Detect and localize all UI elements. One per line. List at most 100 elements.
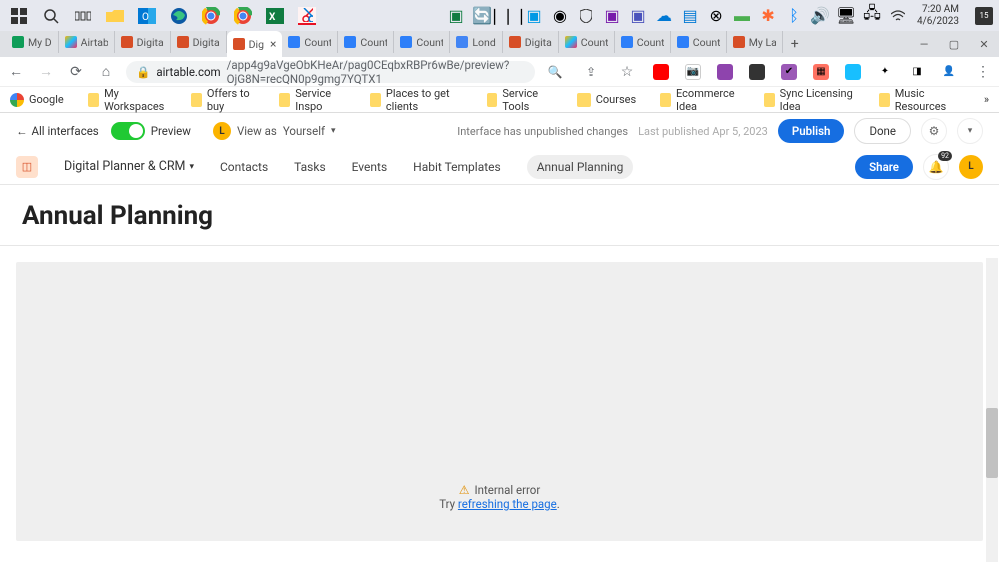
browser-tab[interactable]: Count xyxy=(671,31,727,53)
tray-teams-icon[interactable]: ▣ xyxy=(631,9,645,23)
folder-icon xyxy=(764,93,775,107)
nav-home-button[interactable]: ⌂ xyxy=(96,62,116,82)
taskbar-clock[interactable]: 7:20 AM 4/6/2023 xyxy=(917,4,963,28)
chrome-icon-1[interactable] xyxy=(202,7,220,25)
new-tab-button[interactable]: + xyxy=(783,36,807,52)
browser-tab[interactable]: Count xyxy=(615,31,671,53)
browser-tab[interactable]: Lond xyxy=(450,31,502,53)
scrollbar-thumb[interactable] xyxy=(986,408,998,478)
preview-toggle[interactable] xyxy=(111,122,145,140)
done-button[interactable]: Done xyxy=(854,118,911,144)
tray-wifi-icon[interactable] xyxy=(891,9,905,23)
bookmark-item[interactable]: Places to get clients xyxy=(370,87,463,113)
tray-network-icon[interactable]: 🖧 xyxy=(865,9,879,23)
tray-app-4-icon[interactable]: ▣ xyxy=(527,9,541,23)
user-avatar[interactable]: L xyxy=(959,155,983,179)
nav-tab[interactable]: Contacts xyxy=(220,160,268,174)
browser-tab[interactable]: Airtab xyxy=(59,31,115,53)
browser-tab[interactable]: Digita xyxy=(171,31,227,53)
ext-7-icon[interactable] xyxy=(845,64,861,80)
outlook-icon[interactable]: O xyxy=(138,7,156,25)
ext-6-icon[interactable]: ▦ xyxy=(813,64,829,80)
bookmark-item[interactable]: My Workspaces xyxy=(88,87,167,113)
tray-display-icon[interactable]: 🖥 xyxy=(839,9,853,23)
ext-youtube-icon[interactable] xyxy=(653,64,669,80)
notifications-bell-icon[interactable]: 🔔92 xyxy=(923,154,949,180)
nav-tab[interactable]: Habit Templates xyxy=(413,160,501,174)
window-minimize[interactable]: — xyxy=(909,31,939,57)
ext-5-icon[interactable]: ✔ xyxy=(781,64,797,80)
browser-tab[interactable]: Digita xyxy=(503,31,559,53)
ext-4-icon[interactable] xyxy=(749,64,765,80)
file-explorer-icon[interactable] xyxy=(106,7,124,25)
share-button[interactable]: Share xyxy=(855,155,913,179)
zoom-icon[interactable]: 🔍 xyxy=(545,62,565,82)
browser-tab[interactable]: Count xyxy=(282,31,338,53)
bookmark-item[interactable]: Courses xyxy=(577,87,636,113)
browser-tab[interactable]: My La xyxy=(727,31,783,53)
tray-app-6-icon[interactable]: ▤ xyxy=(683,9,697,23)
tray-bluetooth-icon[interactable]: ᛒ xyxy=(787,9,801,23)
tray-onenote-icon[interactable]: ▣ xyxy=(605,9,619,23)
view-as-dropdown[interactable]: L View as Yourself ▾ xyxy=(213,122,336,140)
tray-onedrive-icon[interactable]: ☁ xyxy=(657,9,671,23)
side-panel-icon[interactable]: ◨ xyxy=(909,64,925,80)
tray-app-8-icon[interactable]: ▬ xyxy=(735,9,749,23)
action-center-icon[interactable]: 15 xyxy=(975,7,993,25)
browser-tab[interactable]: Count xyxy=(559,31,615,53)
ext-3-icon[interactable] xyxy=(717,64,733,80)
more-chevron-icon[interactable]: ▾ xyxy=(957,118,983,144)
ext-camera-icon[interactable]: 📷 xyxy=(685,64,701,80)
chrome-icon-2[interactable] xyxy=(234,7,252,25)
excel-icon[interactable]: X xyxy=(266,7,284,25)
bookmark-item[interactable]: Google xyxy=(10,87,64,113)
tray-app-1-icon[interactable]: ▣ xyxy=(449,9,463,23)
window-maximize[interactable]: ▢ xyxy=(939,31,969,57)
tray-security-icon[interactable] xyxy=(579,9,593,23)
nav-back-button[interactable]: ← xyxy=(6,62,26,82)
browser-tab[interactable]: Count xyxy=(394,31,450,53)
tray-volume-icon[interactable]: 🔊 xyxy=(813,9,827,23)
bookmark-item[interactable]: Sync Licensing Idea xyxy=(764,87,855,113)
tab-close-icon[interactable]: × xyxy=(268,37,276,51)
browser-tab[interactable]: Dig× xyxy=(227,31,283,57)
nav-forward-button[interactable]: → xyxy=(36,62,56,82)
nav-tab[interactable]: Events xyxy=(352,160,388,174)
profile-avatar-icon[interactable]: 👤 xyxy=(941,64,957,80)
bookmark-star-icon[interactable]: ☆ xyxy=(617,62,637,82)
app-name-dropdown[interactable]: Digital Planner & CRM ▾ xyxy=(64,159,194,174)
bookmarks-overflow[interactable]: » xyxy=(984,93,989,106)
tray-app-9-icon[interactable]: ✱ xyxy=(761,9,775,23)
all-interfaces-link[interactable]: ← All interfaces xyxy=(16,124,99,138)
tray-app-3-icon[interactable]: ❘❘❘ xyxy=(501,9,515,23)
bookmark-item[interactable]: Music Resources xyxy=(879,87,960,113)
nav-tab[interactable]: Annual Planning xyxy=(527,155,634,179)
start-button[interactable] xyxy=(10,7,28,25)
refresh-page-link[interactable]: refreshing the page xyxy=(458,497,557,511)
nav-reload-button[interactable]: ⟳ xyxy=(66,62,86,82)
browser-tab[interactable]: Count xyxy=(338,31,394,53)
bookmark-item[interactable]: Offers to buy xyxy=(191,87,255,113)
browser-tab[interactable]: My D xyxy=(6,31,59,53)
url-input[interactable]: 🔒 airtable.com/app4g9aVgeObKHeAr/pag0CEq… xyxy=(126,61,535,83)
task-view-icon[interactable] xyxy=(74,7,92,25)
bookmark-item[interactable]: Ecommerce Idea xyxy=(660,87,740,113)
nav-tab[interactable]: Tasks xyxy=(294,160,326,174)
tray-app-5-icon[interactable]: ◉ xyxy=(553,9,567,23)
search-icon[interactable] xyxy=(42,7,60,25)
browser-tab[interactable]: Digita xyxy=(115,31,171,53)
tray-app-2-icon[interactable]: 🔄 xyxy=(475,9,489,23)
settings-gear-icon[interactable]: ⚙ xyxy=(921,118,947,144)
edge-icon[interactable] xyxy=(170,7,188,25)
page-scrollbar[interactable] xyxy=(986,258,998,562)
bookmark-item[interactable]: Service Tools xyxy=(487,87,553,113)
chrome-menu-icon[interactable]: ⋮ xyxy=(973,62,993,82)
window-close[interactable]: ✕ xyxy=(969,31,999,57)
snip-tool-icon[interactable] xyxy=(298,7,316,25)
tray-app-7-icon[interactable]: ⊗ xyxy=(709,9,723,23)
extensions-puzzle-icon[interactable]: ✦ xyxy=(877,64,893,80)
bookmark-item[interactable]: Service Inspo xyxy=(279,87,346,113)
share-page-icon[interactable]: ⇪ xyxy=(581,62,601,82)
publish-button[interactable]: Publish xyxy=(778,119,845,143)
bookmark-label: Courses xyxy=(596,93,636,106)
